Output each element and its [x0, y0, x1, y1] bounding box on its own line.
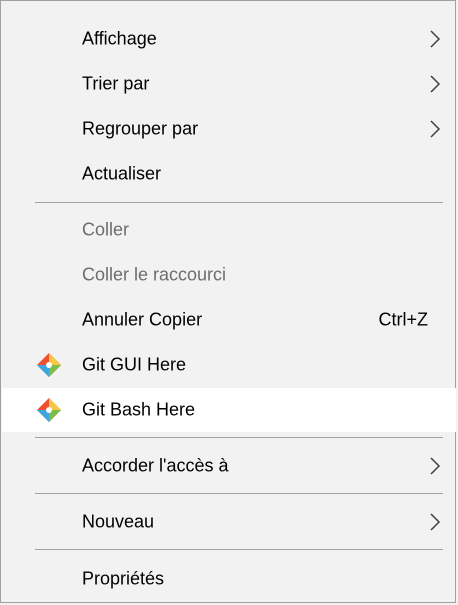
menu-separator	[35, 549, 443, 550]
menu-item-label: Trier par	[82, 73, 150, 94]
menu-item-label: Coller	[82, 219, 130, 240]
menu-separator	[35, 202, 443, 203]
menu-item-coller: Coller	[2, 208, 456, 252]
menu-separator	[35, 437, 443, 438]
menu-item-label: Regrouper par	[82, 118, 199, 139]
menu-separator	[35, 493, 443, 494]
chevron-right-icon	[430, 513, 441, 531]
menu-item-label: Propriétés	[82, 568, 165, 589]
menu-item-git-gui-here[interactable]: Git GUI Here	[2, 343, 456, 387]
menu-item-annuler-copier[interactable]: Annuler Copier Ctrl+Z	[2, 298, 456, 342]
menu-item-coller-raccourci: Coller le raccourci	[2, 253, 456, 297]
chevron-right-icon	[430, 457, 441, 475]
git-bash-icon	[37, 398, 61, 422]
menu-item-proprietes[interactable]: Propriétés	[2, 557, 456, 601]
menu-item-nouveau[interactable]: Nouveau	[2, 500, 456, 544]
menu-item-label: Affichage	[82, 28, 157, 49]
menu-item-git-bash-here[interactable]: Git Bash Here	[2, 388, 456, 432]
menu-item-label: Actualiser	[82, 163, 162, 184]
menu-item-label: Annuler Copier	[82, 309, 203, 330]
chevron-right-icon	[430, 120, 441, 138]
menu-item-shortcut: Ctrl+Z	[378, 309, 429, 330]
desktop-context-menu: Affichage Trier par Regrouper par Actual…	[0, 0, 456, 603]
git-gui-icon	[37, 353, 61, 377]
chevron-right-icon	[430, 30, 441, 48]
menu-item-regrouper-par[interactable]: Regrouper par	[2, 107, 456, 151]
menu-item-accorder-acces[interactable]: Accorder l'accès à	[2, 444, 456, 488]
menu-item-label: Accorder l'accès à	[82, 455, 229, 476]
menu-item-label: Coller le raccourci	[82, 264, 227, 285]
chevron-right-icon	[430, 75, 441, 93]
menu-item-affichage[interactable]: Affichage	[2, 17, 456, 61]
menu-item-label: Nouveau	[82, 511, 155, 532]
menu-item-trier-par[interactable]: Trier par	[2, 62, 456, 106]
menu-item-label: Git GUI Here	[82, 354, 187, 375]
menu-item-actualiser[interactable]: Actualiser	[2, 152, 456, 196]
menu-item-label: Git Bash Here	[82, 399, 196, 420]
